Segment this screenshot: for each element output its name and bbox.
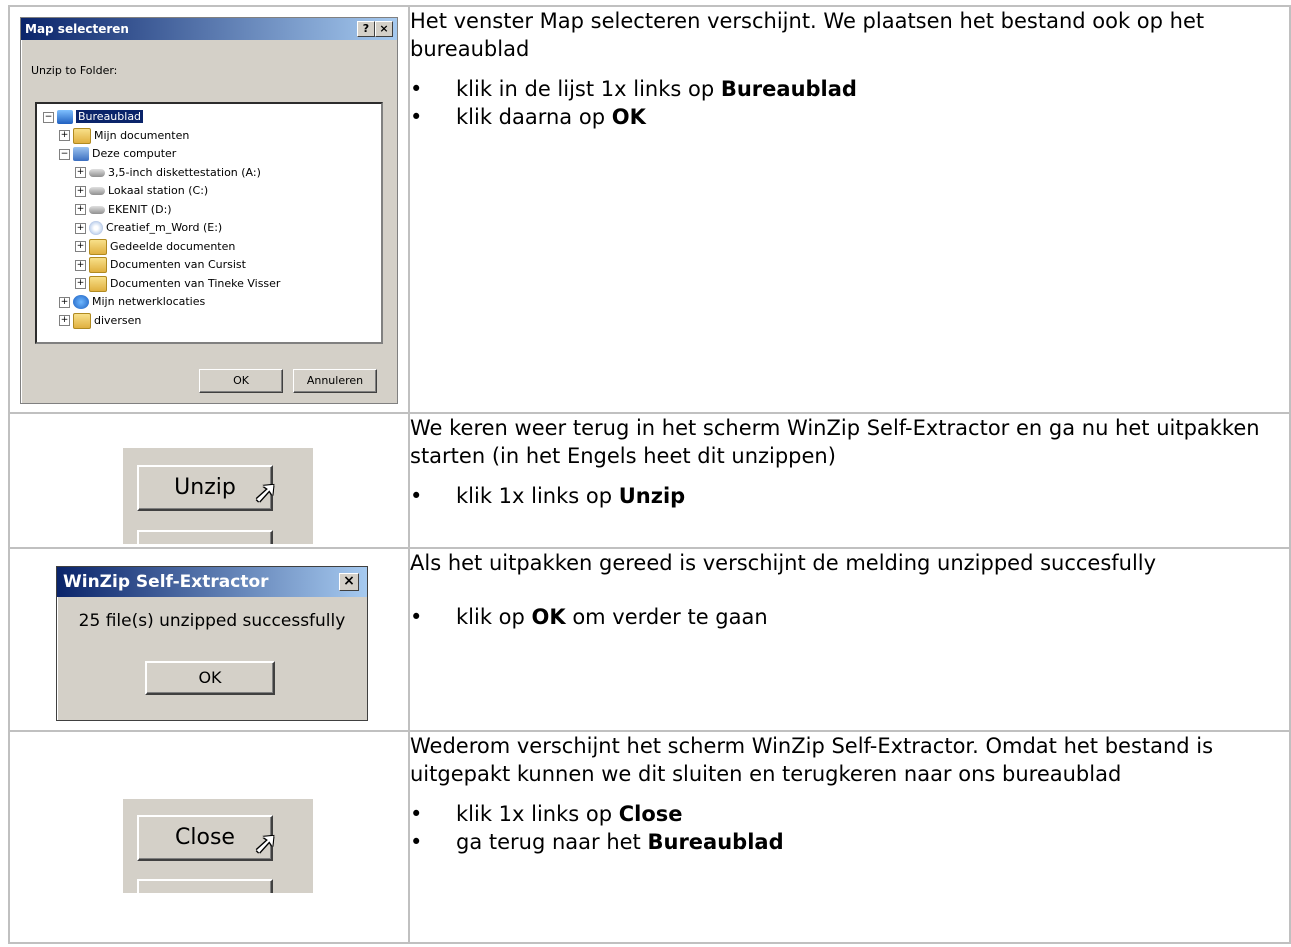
help-button[interactable]: ? (357, 21, 375, 37)
computer-icon (73, 147, 89, 161)
cancel-button[interactable]: Annuleren (293, 369, 377, 393)
table-row: Map selecteren ? × Unzip to Folder: − Bur… (8, 5, 1291, 414)
tree-item-label: Deze computer (92, 147, 177, 160)
list-item: klik in de lijst 1x links op Bureaublad (410, 75, 1289, 103)
close-icon[interactable]: × (375, 21, 393, 37)
expand-icon[interactable]: + (75, 241, 86, 252)
tree-item[interactable]: + diversen (59, 312, 141, 330)
unzip-to-folder-label: Unzip to Folder: (31, 64, 118, 77)
tree-item-label: Documenten van Cursist (110, 258, 246, 271)
collapse-icon[interactable]: − (59, 148, 70, 160)
tree-item-label: Lokaal station (C:) (108, 184, 209, 197)
instruction-list: klik 1x links op Close ga terug naar het… (410, 800, 1289, 856)
tree-item[interactable]: + Documenten van Tineke Visser (75, 275, 280, 293)
table-row: Close ➚ Wederom verschijnt het scherm Wi… (8, 730, 1291, 944)
ok-button[interactable]: OK (199, 369, 283, 393)
mouse-cursor-icon: ➚ (253, 826, 279, 861)
expand-icon[interactable]: + (59, 130, 70, 141)
tree-item[interactable]: + Creatief_m_Word (E:) (75, 219, 222, 237)
instruction-table: Map selecteren ? × Unzip to Folder: − Bur… (8, 5, 1291, 944)
instruction-list: klik 1x links op Unzip (410, 482, 1289, 510)
desktop-icon (57, 110, 73, 124)
instruction-paragraph: We keren weer terug in het scherm WinZip… (410, 416, 1260, 468)
expand-icon[interactable]: + (75, 185, 86, 197)
expand-icon[interactable]: + (75, 222, 86, 234)
next-button-partial (137, 530, 273, 544)
tree-item[interactable]: + Mijn netwerklocaties (59, 293, 205, 311)
tree-item[interactable]: + Mijn documenten (59, 127, 189, 145)
close-button-crop: Close ➚ (123, 799, 313, 893)
tree-item-label: Mijn documenten (94, 128, 190, 142)
expand-icon[interactable]: + (75, 204, 86, 215)
instruction-cell: Wederom verschijnt het scherm WinZip Sel… (408, 730, 1291, 944)
tree-item-label: Creatief_m_Word (E:) (106, 221, 223, 234)
table-row: Unzip ➚ We keren weer terug in het scher… (8, 412, 1291, 549)
tree-item-label: EKENIT (D:) (108, 202, 172, 216)
tree-item-label: Documenten van Tineke Visser (110, 276, 281, 290)
tree-item-label: Mijn netwerklocaties (92, 295, 206, 308)
expand-icon[interactable]: + (75, 167, 86, 178)
tree-item-label: diversen (94, 313, 142, 327)
mouse-cursor-icon: ➚ (253, 475, 279, 510)
ok-button[interactable]: OK (145, 661, 275, 695)
tree-item[interactable]: + Gedeelde documenten (75, 238, 235, 256)
expand-icon[interactable]: + (75, 278, 86, 289)
close-icon[interactable]: × (339, 573, 359, 591)
tree-item-label: Bureaublad (76, 110, 144, 123)
dialog-titlebar: Map selecteren ? × (21, 18, 397, 40)
expand-icon[interactable]: + (75, 259, 86, 271)
expand-icon[interactable]: + (59, 315, 70, 326)
instruction-list: klik in de lijst 1x links op Bureaublad … (410, 75, 1289, 131)
winzip-titlebar: WinZip Self-Extractor × (57, 567, 367, 597)
folder-icon (73, 312, 91, 329)
instruction-paragraph: Als het uitpakken gereed is verschijnt d… (410, 551, 1157, 575)
screenshot-cell: Map selecteren ? × Unzip to Folder: − Bur… (8, 5, 410, 414)
tree-item[interactable]: + Documenten van Cursist (75, 256, 246, 274)
screenshot-cell: Unzip ➚ (8, 412, 410, 549)
drive-icon (89, 205, 105, 214)
cd-icon (89, 221, 103, 235)
tree-item[interactable]: +3,5-inch diskettestation (A:) (75, 164, 261, 182)
collapse-icon[interactable]: − (43, 111, 54, 123)
unzip-button-crop: Unzip ➚ (123, 448, 313, 544)
winzip-dialog: WinZip Self-Extractor × 25 file(s) unzip… (56, 566, 368, 721)
tree-item[interactable]: + EKENIT (D:) (75, 201, 172, 219)
tree-item-label: Gedeelde documenten (110, 239, 236, 253)
list-item: klik 1x links op Unzip (410, 482, 1289, 510)
instruction-list: klik op OK om verder te gaan (410, 603, 1289, 631)
dialog-title: Map selecteren (25, 22, 129, 36)
table-row: WinZip Self-Extractor × 25 file(s) unzip… (8, 547, 1291, 732)
network-icon (73, 295, 89, 309)
expand-icon[interactable]: + (59, 296, 70, 308)
floppy-icon (89, 168, 105, 177)
tree-item[interactable]: − Deze computer (59, 145, 176, 163)
instruction-paragraph: Wederom verschijnt het scherm WinZip Sel… (410, 734, 1214, 786)
tree-item-label: 3,5-inch diskettestation (A:) (108, 165, 261, 179)
instruction-cell: Het venster Map selecteren verschijnt. W… (408, 5, 1291, 414)
next-button-partial (137, 879, 273, 893)
folder-icon (89, 238, 107, 255)
map-select-dialog: Map selecteren ? × Unzip to Folder: − Bur… (20, 17, 398, 404)
folder-icon (89, 275, 107, 292)
list-item: klik daarna op OK (410, 103, 1289, 131)
folder-icon (89, 257, 107, 273)
tree-item[interactable]: − Bureaublad (43, 108, 144, 126)
winzip-message: 25 file(s) unzipped successfully (78, 611, 346, 631)
drive-icon (89, 187, 105, 195)
winzip-title: WinZip Self-Extractor (63, 572, 269, 592)
screenshot-cell: WinZip Self-Extractor × 25 file(s) unzip… (8, 547, 410, 732)
instruction-cell: Als het uitpakken gereed is verschijnt d… (408, 547, 1291, 732)
list-item: klik 1x links op Close (410, 800, 1289, 828)
list-item: klik op OK om verder te gaan (410, 603, 1289, 631)
folder-icon (73, 127, 91, 144)
instruction-paragraph: Het venster Map selecteren verschijnt. W… (410, 9, 1205, 61)
instruction-cell: We keren weer terug in het scherm WinZip… (408, 412, 1291, 549)
screenshot-cell: Close ➚ (8, 730, 410, 944)
folder-tree[interactable]: − Bureaublad + Mijn documenten − Deze compute… (35, 102, 383, 344)
tree-item[interactable]: + Lokaal station (C:) (75, 182, 208, 200)
list-item: ga terug naar het Bureaublad (410, 828, 1289, 856)
